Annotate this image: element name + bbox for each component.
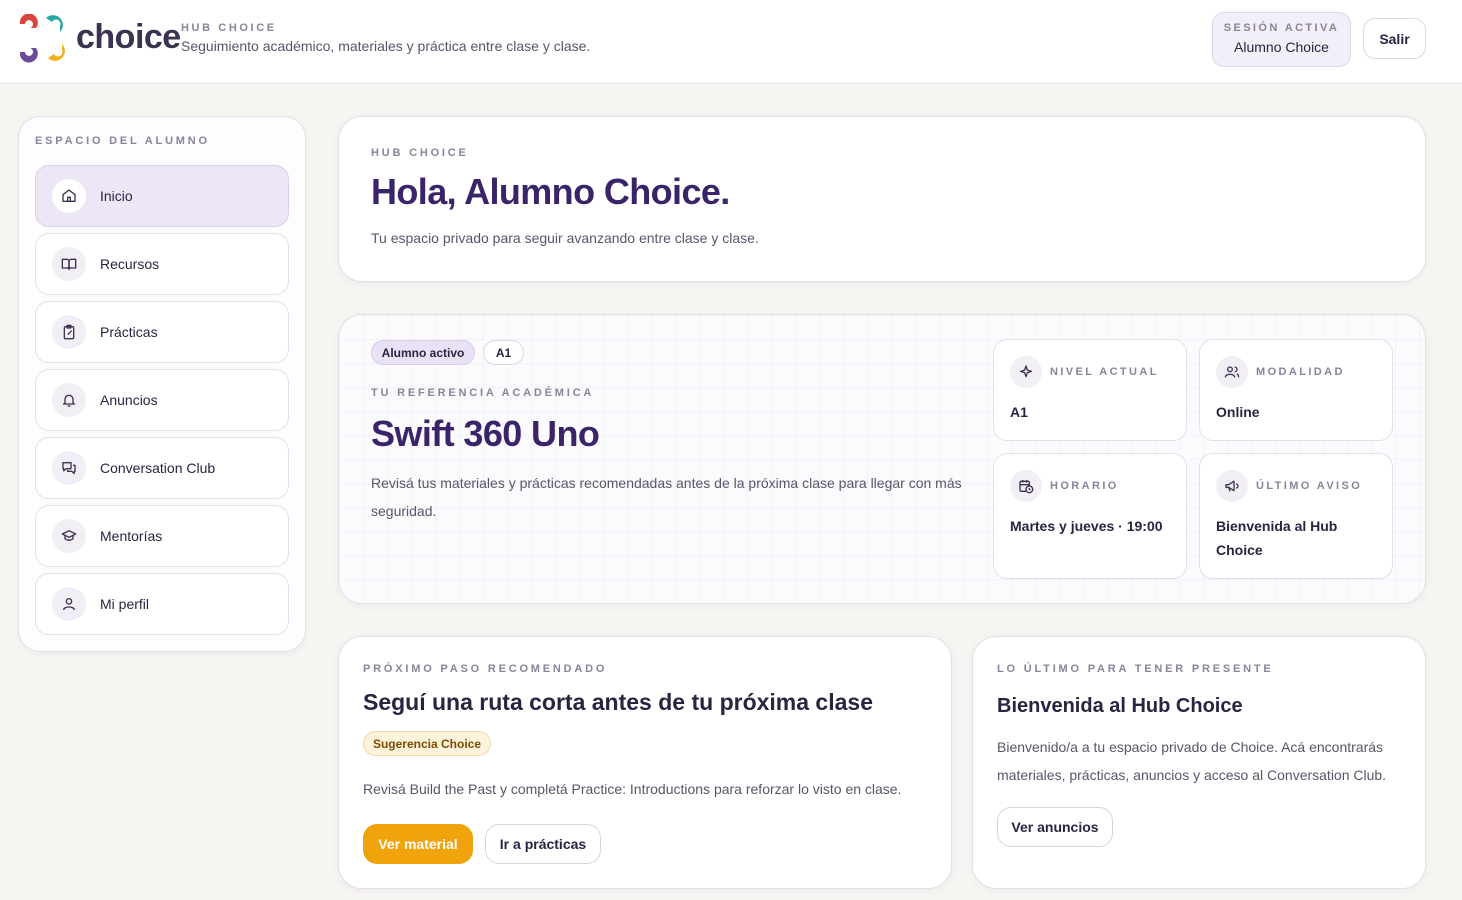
view-material-button[interactable]: Ver material <box>363 824 473 864</box>
info-card-modality: MODALIDAD Online <box>1199 339 1393 441</box>
session-badge: SESIÓN ACTIVA Alumno Choice <box>1212 12 1351 67</box>
sidebar-item-inicio[interactable]: Inicio <box>35 165 289 227</box>
sidebar-item-label: Mentorías <box>100 528 163 544</box>
page-title: Hola, Alumno Choice. <box>371 171 730 212</box>
course-description: Revisá tus materiales y prácticas recome… <box>371 475 962 519</box>
info-value: Martes y jueves · 19:00 <box>1010 518 1163 534</box>
sidebar-item-conversation-club[interactable]: Conversation Club <box>35 437 289 499</box>
sidebar-item-label: Recursos <box>100 256 160 272</box>
sidebar-eyebrow: ESPACIO DEL ALUMNO <box>35 135 210 147</box>
view-announcements-button[interactable]: Ver anuncios <box>997 807 1113 847</box>
sidebar-item-label: Prácticas <box>100 324 158 340</box>
latest-eyebrow: LO ÚLTIMO PARA TENER PRESENTE <box>997 663 1274 675</box>
sidebar-item-label: Mi perfil <box>100 596 150 612</box>
welcome-subtitle: Tu espacio privado para seguir avanzando… <box>371 230 759 246</box>
latest-announcement-card: LO ÚLTIMO PARA TENER PRESENTE Bienvenida… <box>972 636 1426 889</box>
info-card-schedule: HORARIO Martes y jueves · 19:00 <box>993 453 1187 579</box>
graduation-cap-icon <box>52 519 86 553</box>
next-step-eyebrow: PRÓXIMO PASO RECOMENDADO <box>363 663 608 675</box>
next-step-card: PRÓXIMO PASO RECOMENDADO Seguí una ruta … <box>338 636 952 889</box>
sidebar-item-mentorias[interactable]: Mentorías <box>35 505 289 567</box>
logout-button[interactable]: Salir <box>1363 18 1426 59</box>
session-user: Alumno Choice <box>1234 39 1329 55</box>
info-label: NIVEL ACTUAL <box>1050 366 1159 378</box>
info-value: A1 <box>1010 404 1028 420</box>
sidebar-item-label: Anuncios <box>100 392 158 408</box>
sparkles-icon <box>1010 356 1042 388</box>
top-header: choice HUB CHOICE Seguimiento académico,… <box>0 0 1462 84</box>
brand-name: choice <box>76 18 181 56</box>
session-eyebrow: SESIÓN ACTIVA <box>1223 22 1340 34</box>
info-card-level: NIVEL ACTUAL A1 <box>993 339 1187 441</box>
info-label: MODALIDAD <box>1256 366 1345 378</box>
megaphone-icon <box>1216 470 1248 502</box>
hub-eyebrow: HUB CHOICE <box>181 22 277 34</box>
hub-subtitle: Seguimiento académico, materiales y prác… <box>181 38 591 54</box>
next-step-text: Revisá Build the Past y completá Practic… <box>363 781 902 797</box>
course-title: Swift 360 Uno <box>371 413 600 454</box>
welcome-eyebrow: HUB CHOICE <box>371 147 469 159</box>
sidebar-item-anuncios[interactable]: Anuncios <box>35 369 289 431</box>
latest-title: Bienvenida al Hub Choice <box>997 695 1243 717</box>
info-label: HORARIO <box>1050 480 1119 492</box>
bell-icon <box>52 383 86 417</box>
chat-icon <box>52 451 86 485</box>
choice-logo-icon <box>19 14 65 63</box>
home-icon <box>52 179 86 213</box>
info-value: Online <box>1216 404 1260 420</box>
sidebar-item-label: Inicio <box>100 188 133 204</box>
book-icon <box>52 247 86 281</box>
academic-reference-card: Alumno activo A1 TU REFERENCIA ACADÉMICA… <box>338 314 1426 604</box>
sidebar: ESPACIO DEL ALUMNO Inicio Recursos Práct… <box>18 116 306 652</box>
info-label: ÚLTIMO AVISO <box>1256 480 1363 492</box>
latest-text: Bienvenido/a a tu espacio privado de Cho… <box>997 739 1387 783</box>
sidebar-item-label: Conversation Club <box>100 460 216 476</box>
info-card-last-notice: ÚLTIMO AVISO Bienvenida al Hub Choice <box>1199 453 1393 579</box>
sidebar-item-recursos[interactable]: Recursos <box>35 233 289 295</box>
reference-eyebrow: TU REFERENCIA ACADÉMICA <box>371 387 595 399</box>
sidebar-item-mi-perfil[interactable]: Mi perfil <box>35 573 289 635</box>
clipboard-icon <box>52 315 86 349</box>
welcome-card: HUB CHOICE Hola, Alumno Choice. Tu espac… <box>338 116 1426 282</box>
suggestion-tag: Sugerencia Choice <box>363 731 491 756</box>
level-badge: A1 <box>483 340 524 365</box>
user-icon <box>52 587 86 621</box>
sidebar-item-practicas[interactable]: Prácticas <box>35 301 289 363</box>
users-icon <box>1216 356 1248 388</box>
next-step-title: Seguí una ruta corta antes de tu próxima… <box>363 689 873 715</box>
go-to-practices-button[interactable]: Ir a prácticas <box>485 824 601 864</box>
calendar-clock-icon <box>1010 470 1042 502</box>
info-value: Bienvenida al Hub Choice <box>1216 518 1338 558</box>
status-badge: Alumno activo <box>371 340 475 365</box>
